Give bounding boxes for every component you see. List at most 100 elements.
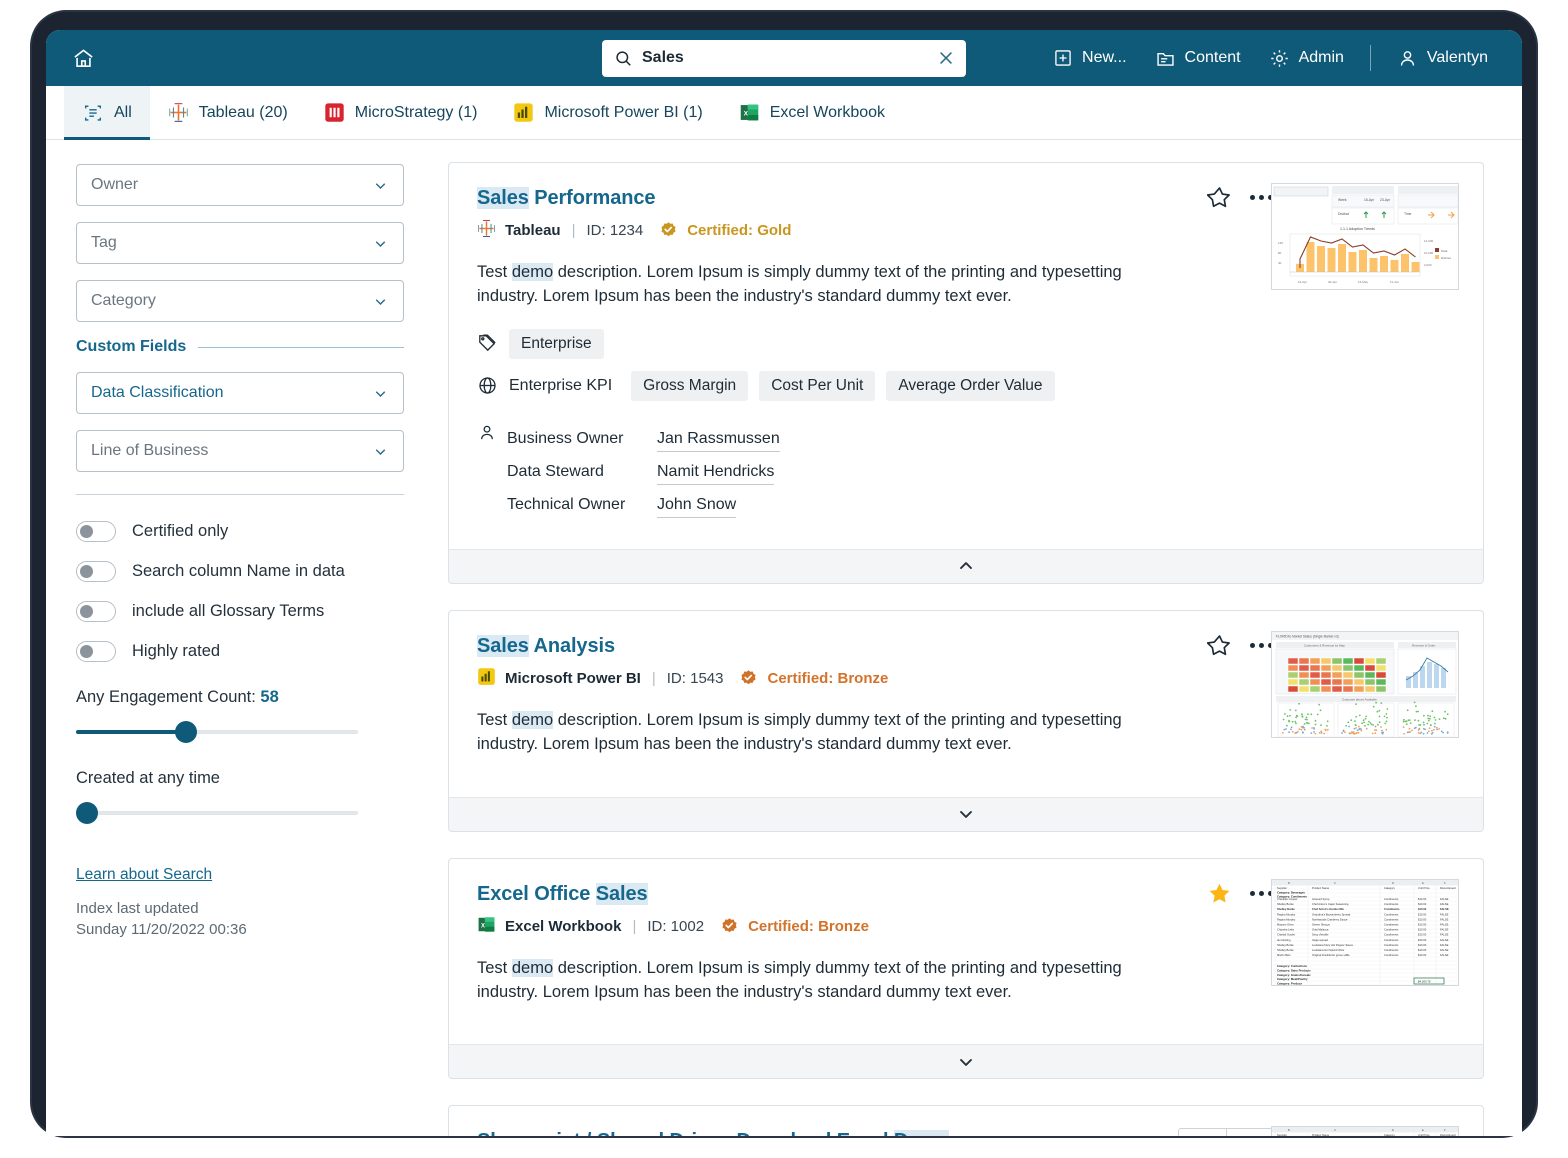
- svg-text:Discontinued: Discontinued: [1440, 886, 1456, 890]
- owner-name-value[interactable]: Jan Rassmussen: [657, 430, 780, 452]
- toggle-include-glossary-terms-label: include all Glossary Terms: [132, 602, 324, 621]
- admin-button[interactable]: Admin: [1255, 42, 1358, 75]
- tab-powerbi[interactable]: Microsoft Power BI (1): [495, 86, 720, 139]
- close-icon[interactable]: [936, 48, 956, 68]
- tab-excel-label: Excel Workbook: [770, 104, 885, 122]
- favorite-button[interactable]: [1179, 1129, 1226, 1136]
- favorite-button[interactable]: [1207, 633, 1232, 658]
- engagement-count-slider[interactable]: [76, 721, 358, 743]
- owner-name-value[interactable]: Namit Hendricks: [657, 463, 774, 485]
- result-source-label: Excel Workbook: [505, 918, 621, 935]
- toggle-include-glossary-terms[interactable]: include all Glossary Terms: [76, 601, 404, 622]
- filter-category[interactable]: Category: [76, 280, 404, 322]
- svg-text:Category: Confections: Category: Confections: [1277, 964, 1307, 968]
- header-divider: [1370, 45, 1371, 71]
- more-options-button[interactable]: [1250, 195, 1273, 200]
- result-thumbnail[interactable]: Week 16-Apr 23-Apr Distinct Time 1.1.1 Adopti…: [1271, 183, 1459, 290]
- svg-text:Shelley Burke: Shelley Burke: [1277, 902, 1294, 906]
- svg-text:Original Frankfurter grune soB: Original Frankfurter grune soBe: [1312, 953, 1350, 957]
- svg-text:FLORIDA | Market Status (Sin: FLORIDA | Market Status (Single Market v…: [1276, 634, 1339, 638]
- toggle-certified-only[interactable]: Certified only: [76, 521, 404, 542]
- svg-text:14,000: 14,000: [1424, 239, 1434, 243]
- slider-knob[interactable]: [175, 721, 197, 743]
- result-card[interactable]: Sharepoint / Shared Drive - Download Exc…: [448, 1105, 1484, 1136]
- more-options-button[interactable]: [1226, 1129, 1272, 1136]
- svg-text:Condiments: Condiments: [1384, 917, 1399, 921]
- kpi-group-label: Enterprise KPI: [509, 377, 612, 395]
- tab-all[interactable]: All: [64, 86, 150, 139]
- user-icon: [1397, 48, 1418, 69]
- toggle-highly-rated[interactable]: Highly rated: [76, 641, 404, 662]
- tab-microstrategy-label: MicroStrategy (1): [355, 104, 478, 122]
- card-expand-toggle[interactable]: [449, 797, 1483, 831]
- svg-text:Regina Murphy: Regina Murphy: [1277, 917, 1296, 921]
- star-icon: [1207, 633, 1232, 658]
- owner-role-label: Data Steward: [507, 463, 657, 481]
- plus-square-icon: [1053, 48, 1073, 68]
- search-input[interactable]: [642, 49, 936, 67]
- microstrategy-icon: [324, 102, 345, 123]
- home-button[interactable]: [64, 39, 102, 77]
- toggle-certified-only-label: Certified only: [132, 522, 228, 541]
- more-options-button[interactable]: [1250, 643, 1273, 648]
- created-at-slider[interactable]: [76, 802, 358, 824]
- slider-knob[interactable]: [76, 802, 98, 824]
- filter-tag[interactable]: Tag: [76, 222, 404, 264]
- meta-separator: |: [632, 918, 636, 935]
- result-thumbnail[interactable]: B C D E F Supplier Product Name Category Unit Pr…: [1271, 1126, 1459, 1136]
- new-button[interactable]: New...: [1039, 42, 1140, 74]
- tag-chip[interactable]: Enterprise: [509, 329, 604, 359]
- more-dots-icon: [1250, 643, 1273, 648]
- tab-all-label: All: [114, 104, 132, 122]
- learn-about-search-link[interactable]: Learn about Search: [76, 866, 212, 884]
- result-card[interactable]: Sales Analysis Microsoft Power BI | ID: 154…: [448, 610, 1484, 832]
- filter-owner[interactable]: Owner: [76, 164, 404, 206]
- highlighted-term: demo: [512, 711, 553, 729]
- owner-name-value[interactable]: John Snow: [657, 496, 736, 518]
- svg-text:Chandra Leka: Chandra Leka: [1277, 927, 1294, 931]
- toggle-switch[interactable]: [76, 601, 116, 622]
- content-button[interactable]: Content: [1141, 42, 1255, 75]
- svg-text:Grandma's Boysenberry Spread: Grandma's Boysenberry Spread: [1312, 912, 1351, 916]
- toggle-switch[interactable]: [76, 521, 116, 542]
- more-dots-icon: [1250, 891, 1273, 896]
- svg-text:10,000: 10,000: [1424, 251, 1434, 255]
- result-thumbnail[interactable]: FLORIDA | Market Status (Single Market v…: [1271, 631, 1459, 738]
- svg-text:B: B: [1288, 1128, 1290, 1132]
- card-expand-toggle[interactable]: [449, 549, 1483, 583]
- user-menu[interactable]: Valentyn: [1383, 42, 1502, 75]
- filter-line-of-business[interactable]: Line of Business: [76, 430, 404, 472]
- search-bar[interactable]: [602, 40, 966, 77]
- kpi-chip[interactable]: Cost Per Unit: [759, 371, 875, 401]
- device-bezel: New... Content Admin: [32, 12, 1536, 1136]
- filter-category-label: Category: [91, 292, 156, 310]
- svg-text:X: X: [743, 111, 748, 118]
- highlighted-term: Sales: [596, 883, 648, 905]
- filter-data-classification-label: Data Classification: [91, 384, 224, 402]
- highlighted-term: Demo: [894, 1130, 949, 1136]
- svg-text:Category: Category: [1384, 1133, 1396, 1136]
- favorite-button[interactable]: [1207, 185, 1232, 210]
- tab-tableau[interactable]: Tableau (20): [150, 86, 306, 139]
- result-thumbnail[interactable]: B C D E F Supplier Product Name Category Unit Pr…: [1271, 879, 1459, 986]
- more-options-button[interactable]: [1250, 891, 1273, 896]
- tab-excel-workbook[interactable]: X Excel Workbook: [721, 86, 903, 139]
- tab-microstrategy[interactable]: MicroStrategy (1): [306, 86, 496, 139]
- toggle-search-column-name[interactable]: Search column Name in data: [76, 561, 404, 582]
- favorite-button[interactable]: [1207, 881, 1232, 906]
- kpi-chip[interactable]: Average Order Value: [886, 371, 1054, 401]
- svg-text:Customers & Revenue by Map: Customers & Revenue by Map: [1304, 643, 1345, 647]
- filters-sidebar: Owner Tag Category Custom Fields Data Cl…: [46, 140, 432, 1136]
- toggle-switch[interactable]: [76, 641, 116, 662]
- filter-data-classification[interactable]: Data Classification: [76, 372, 404, 414]
- owner-role-label: Technical Owner: [507, 496, 657, 514]
- svg-text:Category: Produce: Category: Produce: [1277, 981, 1302, 985]
- result-card[interactable]: Excel Office Sales X Excel Workbook | ID: 10…: [448, 858, 1484, 1080]
- toggle-switch[interactable]: [76, 561, 116, 582]
- card-expand-toggle[interactable]: [449, 1044, 1483, 1078]
- svg-text:Condiments: Condiments: [1384, 912, 1399, 916]
- kpi-chip[interactable]: Gross Margin: [631, 371, 748, 401]
- result-card[interactable]: Sales Performance Tableau | ID: 1234 Certifi…: [448, 162, 1484, 584]
- owner-row: Business Owner Jan Rassmussen: [477, 423, 1455, 452]
- user-menu-label: Valentyn: [1427, 49, 1488, 67]
